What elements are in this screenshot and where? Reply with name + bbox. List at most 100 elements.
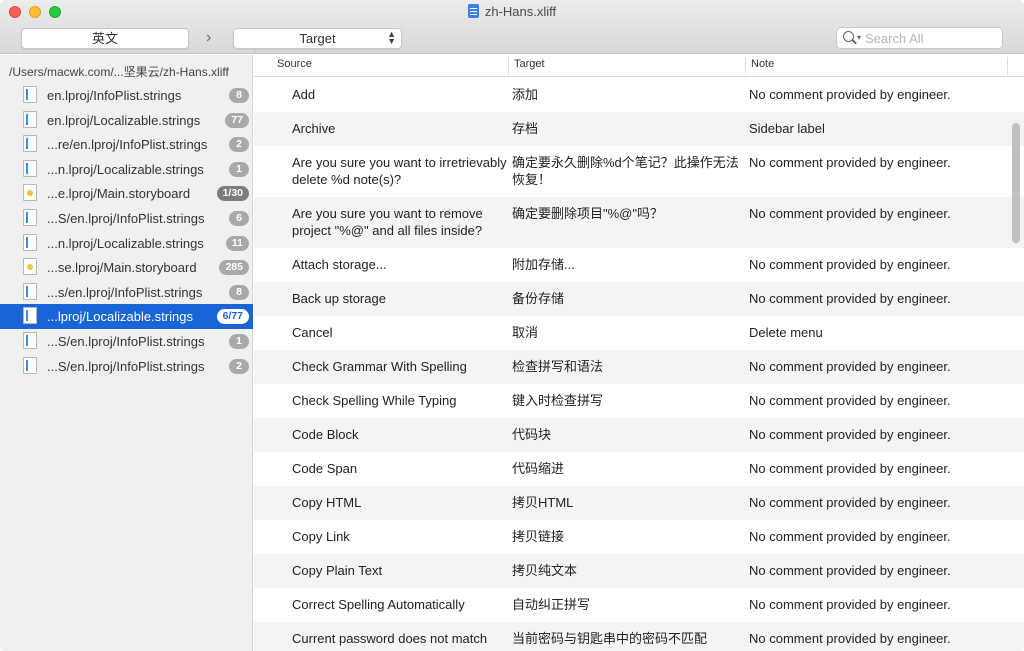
table-row[interactable]: Copy Link 拷贝链接 No comment provided by engi…: [254, 520, 1024, 554]
note-cell: No comment provided by engineer.: [749, 495, 951, 510]
column-divider[interactable]: [508, 57, 509, 75]
table-row[interactable]: Code Span 代码缩进 No comment provided by engi…: [254, 452, 1024, 486]
strings-file-icon: [23, 208, 37, 226]
table-row[interactable]: Attach storage... 附加存储... No comment provi…: [254, 248, 1024, 282]
target-cell[interactable]: 当前密码与钥匙串中的密码不匹配: [512, 630, 740, 647]
column-header-source[interactable]: Source: [277, 58, 312, 70]
target-cell[interactable]: 取消: [512, 324, 740, 341]
strings-file-icon: [23, 233, 37, 251]
target-cell[interactable]: 拷贝纯文本: [512, 562, 740, 579]
source-language-button[interactable]: 英文: [21, 28, 189, 49]
column-divider[interactable]: [1007, 57, 1008, 75]
sidebar-file-item[interactable]: ...e.lproj/Main.storyboard 1/30: [0, 181, 253, 206]
table-body: Add 添加 No comment provided by engineer. Arc…: [254, 78, 1024, 651]
target-selector[interactable]: Target ▲ ▼: [233, 28, 402, 49]
target-cell[interactable]: 备份存储: [512, 290, 740, 307]
search-placeholder: Search All: [865, 31, 924, 46]
column-divider[interactable]: [745, 57, 746, 75]
target-cell[interactable]: 拷贝HTML: [512, 494, 740, 511]
file-item-label: ...S/en.lproj/InfoPlist.strings: [47, 210, 205, 226]
target-cell[interactable]: 代码块: [512, 426, 740, 443]
table-row[interactable]: Copy HTML 拷贝HTML No comment provided by en…: [254, 486, 1024, 520]
sidebar-file-item[interactable]: en.lproj/Localizable.strings 77: [0, 108, 253, 133]
source-cell: Check Spelling While Typing: [292, 393, 457, 408]
up-down-arrows-icon: ▲ ▼: [387, 29, 396, 46]
note-cell: No comment provided by engineer.: [749, 291, 951, 306]
strings-file-icon: [23, 135, 37, 153]
table-row[interactable]: Cancel 取消 Delete menu: [254, 316, 1024, 350]
note-cell: No comment provided by engineer.: [749, 631, 951, 646]
source-cell: Are you sure you want to irretrievably d…: [292, 155, 507, 187]
table-row[interactable]: Archive 存档 Sidebar label: [254, 112, 1024, 146]
vertical-scrollbar[interactable]: [1012, 123, 1020, 243]
table-row[interactable]: Are you sure you want to remove project …: [254, 197, 1024, 248]
file-item-count-badge: 11: [225, 235, 249, 251]
target-cell[interactable]: 添加: [512, 86, 740, 103]
column-header-note[interactable]: Note: [751, 58, 774, 70]
source-cell: Cancel: [292, 325, 333, 340]
source-cell: Current password does not match: [292, 631, 488, 646]
column-header-target[interactable]: Target: [514, 58, 545, 70]
title-bar: zh-Hans.xliff 英文 › Target ▲ ▼ ▾ Search Al…: [0, 0, 1024, 54]
sidebar-file-item[interactable]: ...n.lproj/Localizable.strings 11: [0, 231, 253, 256]
sidebar-file-item[interactable]: ...s/en.lproj/InfoPlist.strings 8: [0, 280, 253, 305]
target-cell[interactable]: 代码缩进: [512, 460, 740, 477]
sidebar-file-item[interactable]: ...S/en.lproj/InfoPlist.strings 2: [0, 354, 253, 379]
strings-file-icon: [23, 86, 37, 103]
sidebar-file-item[interactable]: ...lproj/Localizable.strings 6/77: [0, 304, 253, 329]
file-item-count-badge: 2: [229, 137, 249, 153]
sidebar-file-path: /Users/macwk.com/...坚果云/zh-Hans.xliff: [9, 65, 229, 79]
table-row[interactable]: Current password does not match 当前密码与钥匙串中…: [254, 622, 1024, 651]
note-cell: Delete menu: [749, 325, 823, 340]
table-row[interactable]: Are you sure you want to irretrievably d…: [254, 146, 1024, 197]
note-cell: Sidebar label: [749, 121, 825, 136]
sidebar-file-item[interactable]: ...S/en.lproj/InfoPlist.strings 6: [0, 206, 253, 231]
app-window: zh-Hans.xliff 英文 › Target ▲ ▼ ▾ Search Al…: [0, 0, 1024, 651]
table-row[interactable]: Check Spelling While Typing 键入时检查拼写 No com…: [254, 384, 1024, 418]
sidebar-file-item[interactable]: ...S/en.lproj/InfoPlist.strings 1: [0, 329, 253, 354]
target-cell[interactable]: 自动纠正拼写: [512, 596, 740, 613]
table-row[interactable]: Back up storage 备份存储 No comment provided b…: [254, 282, 1024, 316]
sidebar-file-item[interactable]: ...n.lproj/Localizable.strings 1: [0, 157, 253, 182]
target-cell[interactable]: 键入时检查拼写: [512, 392, 740, 409]
source-language-label: 英文: [91, 31, 118, 46]
table-row[interactable]: Code Block 代码块 No comment provided by engi…: [254, 418, 1024, 452]
note-cell: No comment provided by engineer.: [749, 461, 951, 476]
table-row[interactable]: Check Grammar With Spelling 检查拼写和语法 No com…: [254, 350, 1024, 384]
search-field[interactable]: ▾ Search All: [836, 27, 1003, 49]
strings-file-icon: [23, 356, 37, 374]
file-item-label: ...n.lproj/Localizable.strings: [47, 161, 204, 177]
file-item-count-badge: 285: [219, 260, 249, 276]
file-item-count-badge: 8: [229, 88, 249, 103]
target-cell[interactable]: 附加存储...: [512, 256, 740, 273]
search-icon: [843, 31, 854, 42]
file-item-label: ...e.lproj/Main.storyboard: [47, 186, 191, 202]
target-cell[interactable]: 确定要删除项目"%@"吗？: [512, 205, 740, 222]
file-item-label: en.lproj/InfoPlist.strings: [47, 88, 182, 103]
table-row[interactable]: Add 添加 No comment provided by engineer.: [254, 78, 1024, 112]
target-cell[interactable]: 拷贝链接: [512, 528, 740, 545]
sidebar-file-item[interactable]: ...se.lproj/Main.storyboard 285: [0, 255, 253, 280]
note-cell: No comment provided by engineer.: [749, 597, 951, 612]
file-item-count-badge: 77: [225, 112, 249, 128]
target-cell[interactable]: 确定要永久删除%d个笔记？此操作无法恢复！: [512, 154, 740, 188]
file-item-count-badge: 1: [229, 333, 249, 349]
sidebar-file-item[interactable]: ...re/en.lproj/InfoPlist.strings 2: [0, 132, 253, 157]
sidebar-file-item[interactable]: en.lproj/InfoPlist.strings 8: [0, 83, 253, 108]
storyboard-file-icon: [23, 258, 37, 276]
target-cell[interactable]: 检查拼写和语法: [512, 358, 740, 375]
target-cell[interactable]: 存档: [512, 120, 740, 137]
source-cell: Archive: [292, 121, 336, 136]
source-cell: Correct Spelling Automatically: [292, 597, 465, 612]
source-cell: Copy Plain Text: [292, 563, 383, 578]
table-row[interactable]: Correct Spelling Automatically 自动纠正拼写 No c…: [254, 588, 1024, 622]
file-item-label: ...re/en.lproj/InfoPlist.strings: [47, 137, 208, 153]
file-item-count-badge: 1: [229, 161, 249, 177]
chevron-right-icon: ›: [206, 29, 212, 46]
source-cell: Back up storage: [292, 291, 386, 306]
translation-table: Source Target Note Add 添加 No comment provi…: [254, 55, 1024, 651]
table-row[interactable]: Copy Plain Text 拷贝纯文本 No comment provided …: [254, 554, 1024, 588]
file-item-label: ...s/en.lproj/InfoPlist.strings: [47, 284, 203, 300]
source-cell: Add: [292, 87, 316, 102]
source-cell: Copy Link: [292, 529, 350, 544]
